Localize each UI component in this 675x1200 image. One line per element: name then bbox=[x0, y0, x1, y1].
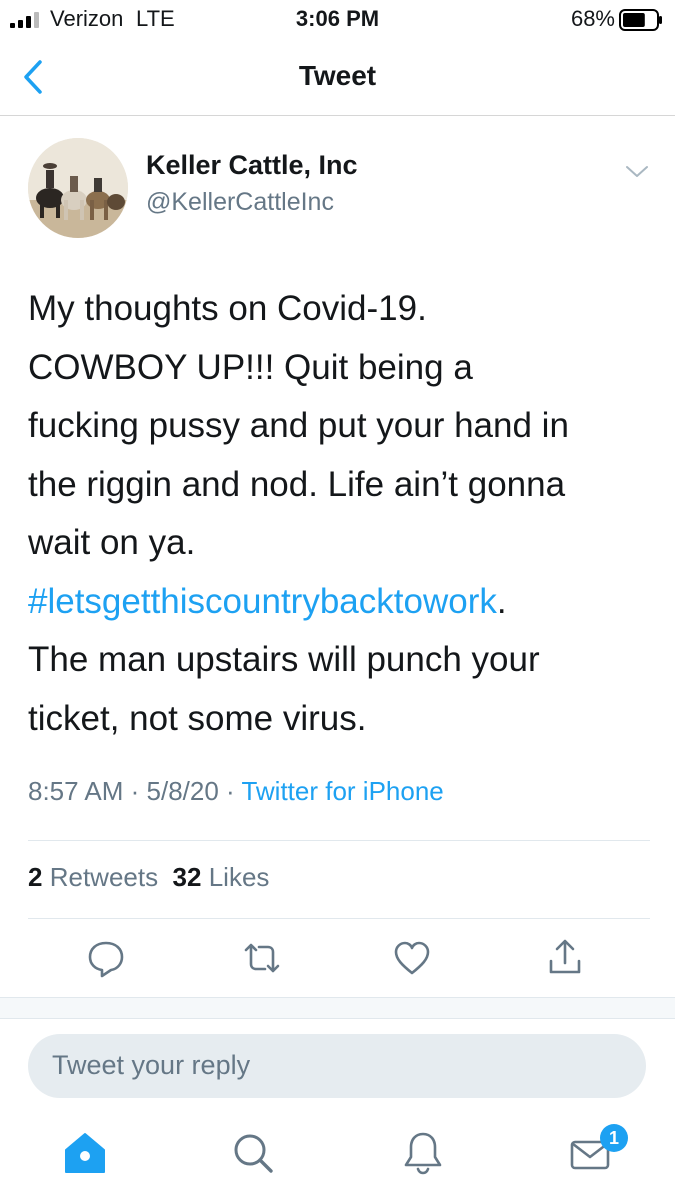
tweet-source-link[interactable]: Twitter for iPhone bbox=[241, 776, 443, 806]
nav-bar: Tweet bbox=[0, 40, 675, 116]
tweet-line: My thoughts on Covid-19. bbox=[28, 289, 427, 328]
tweet-text: My thoughts on Covid-19. COWBOY UP!!! Qu… bbox=[28, 280, 658, 748]
retweets-label: Retweets bbox=[49, 862, 159, 892]
tweet-line: COWBOY UP!!! Quit being a bbox=[28, 347, 473, 387]
divider bbox=[28, 840, 650, 841]
notifications-icon[interactable] bbox=[398, 1128, 448, 1178]
tweet-line: #letsgetthiscountrybacktowork. bbox=[28, 573, 658, 632]
section-gap bbox=[0, 998, 675, 1018]
reply-input[interactable]: Tweet your reply bbox=[28, 1034, 646, 1098]
hashtag-link[interactable]: #letsgetthiscountrybacktowork bbox=[28, 582, 497, 621]
retweet-icon[interactable] bbox=[240, 936, 284, 980]
reply-icon[interactable] bbox=[84, 936, 128, 980]
tweet-line: the riggin and nod. Life ain’t gonna bbox=[28, 464, 566, 504]
meta-separator: · bbox=[218, 776, 242, 806]
tweet-line: The man upstairs will punch your bbox=[28, 640, 540, 679]
home-icon[interactable] bbox=[60, 1128, 110, 1178]
tweet-stats: 2 Retweets 32 Likes bbox=[28, 862, 269, 893]
battery-percent: 68% bbox=[570, 6, 615, 31]
reply-placeholder: Tweet your reply bbox=[52, 1050, 251, 1080]
likes-count: 32 bbox=[172, 862, 202, 892]
author-display-name[interactable]: Keller Cattle, Inc bbox=[146, 150, 358, 181]
page-title: Tweet bbox=[298, 60, 377, 91]
hashtag-suffix: . bbox=[496, 581, 507, 621]
retweets-count: 2 bbox=[28, 862, 43, 892]
divider bbox=[0, 1018, 675, 1019]
likes-label: Likes bbox=[208, 862, 270, 892]
search-icon[interactable] bbox=[228, 1128, 278, 1178]
battery-icon bbox=[619, 9, 662, 31]
avatar-photo bbox=[28, 138, 128, 238]
chevron-down-icon[interactable] bbox=[624, 162, 650, 180]
retweets-stat[interactable]: 2 Retweets bbox=[28, 862, 158, 892]
tweet-meta: 8:57 AM · 5/8/20 · Twitter for iPhone bbox=[28, 776, 444, 807]
tweet-time: 8:57 AM bbox=[28, 776, 124, 806]
like-icon[interactable] bbox=[390, 936, 434, 980]
tweet-date: 5/8/20 bbox=[146, 776, 219, 806]
avatar[interactable] bbox=[28, 138, 128, 238]
divider bbox=[28, 918, 650, 919]
status-bar: Verizon LTE 3:06 PM 68% bbox=[0, 0, 675, 38]
author-handle[interactable]: @KellerCattleInc bbox=[146, 188, 334, 217]
messages-badge: 1 bbox=[600, 1124, 628, 1152]
tweet-line: ticket, not some virus. bbox=[28, 698, 367, 738]
likes-stat[interactable]: 32 Likes bbox=[173, 862, 270, 892]
meta-separator: · bbox=[123, 776, 147, 806]
share-icon[interactable] bbox=[543, 936, 587, 980]
tweet-line: wait on ya. bbox=[28, 523, 196, 562]
tweet-line: fucking pussy and put your hand in bbox=[28, 406, 569, 445]
